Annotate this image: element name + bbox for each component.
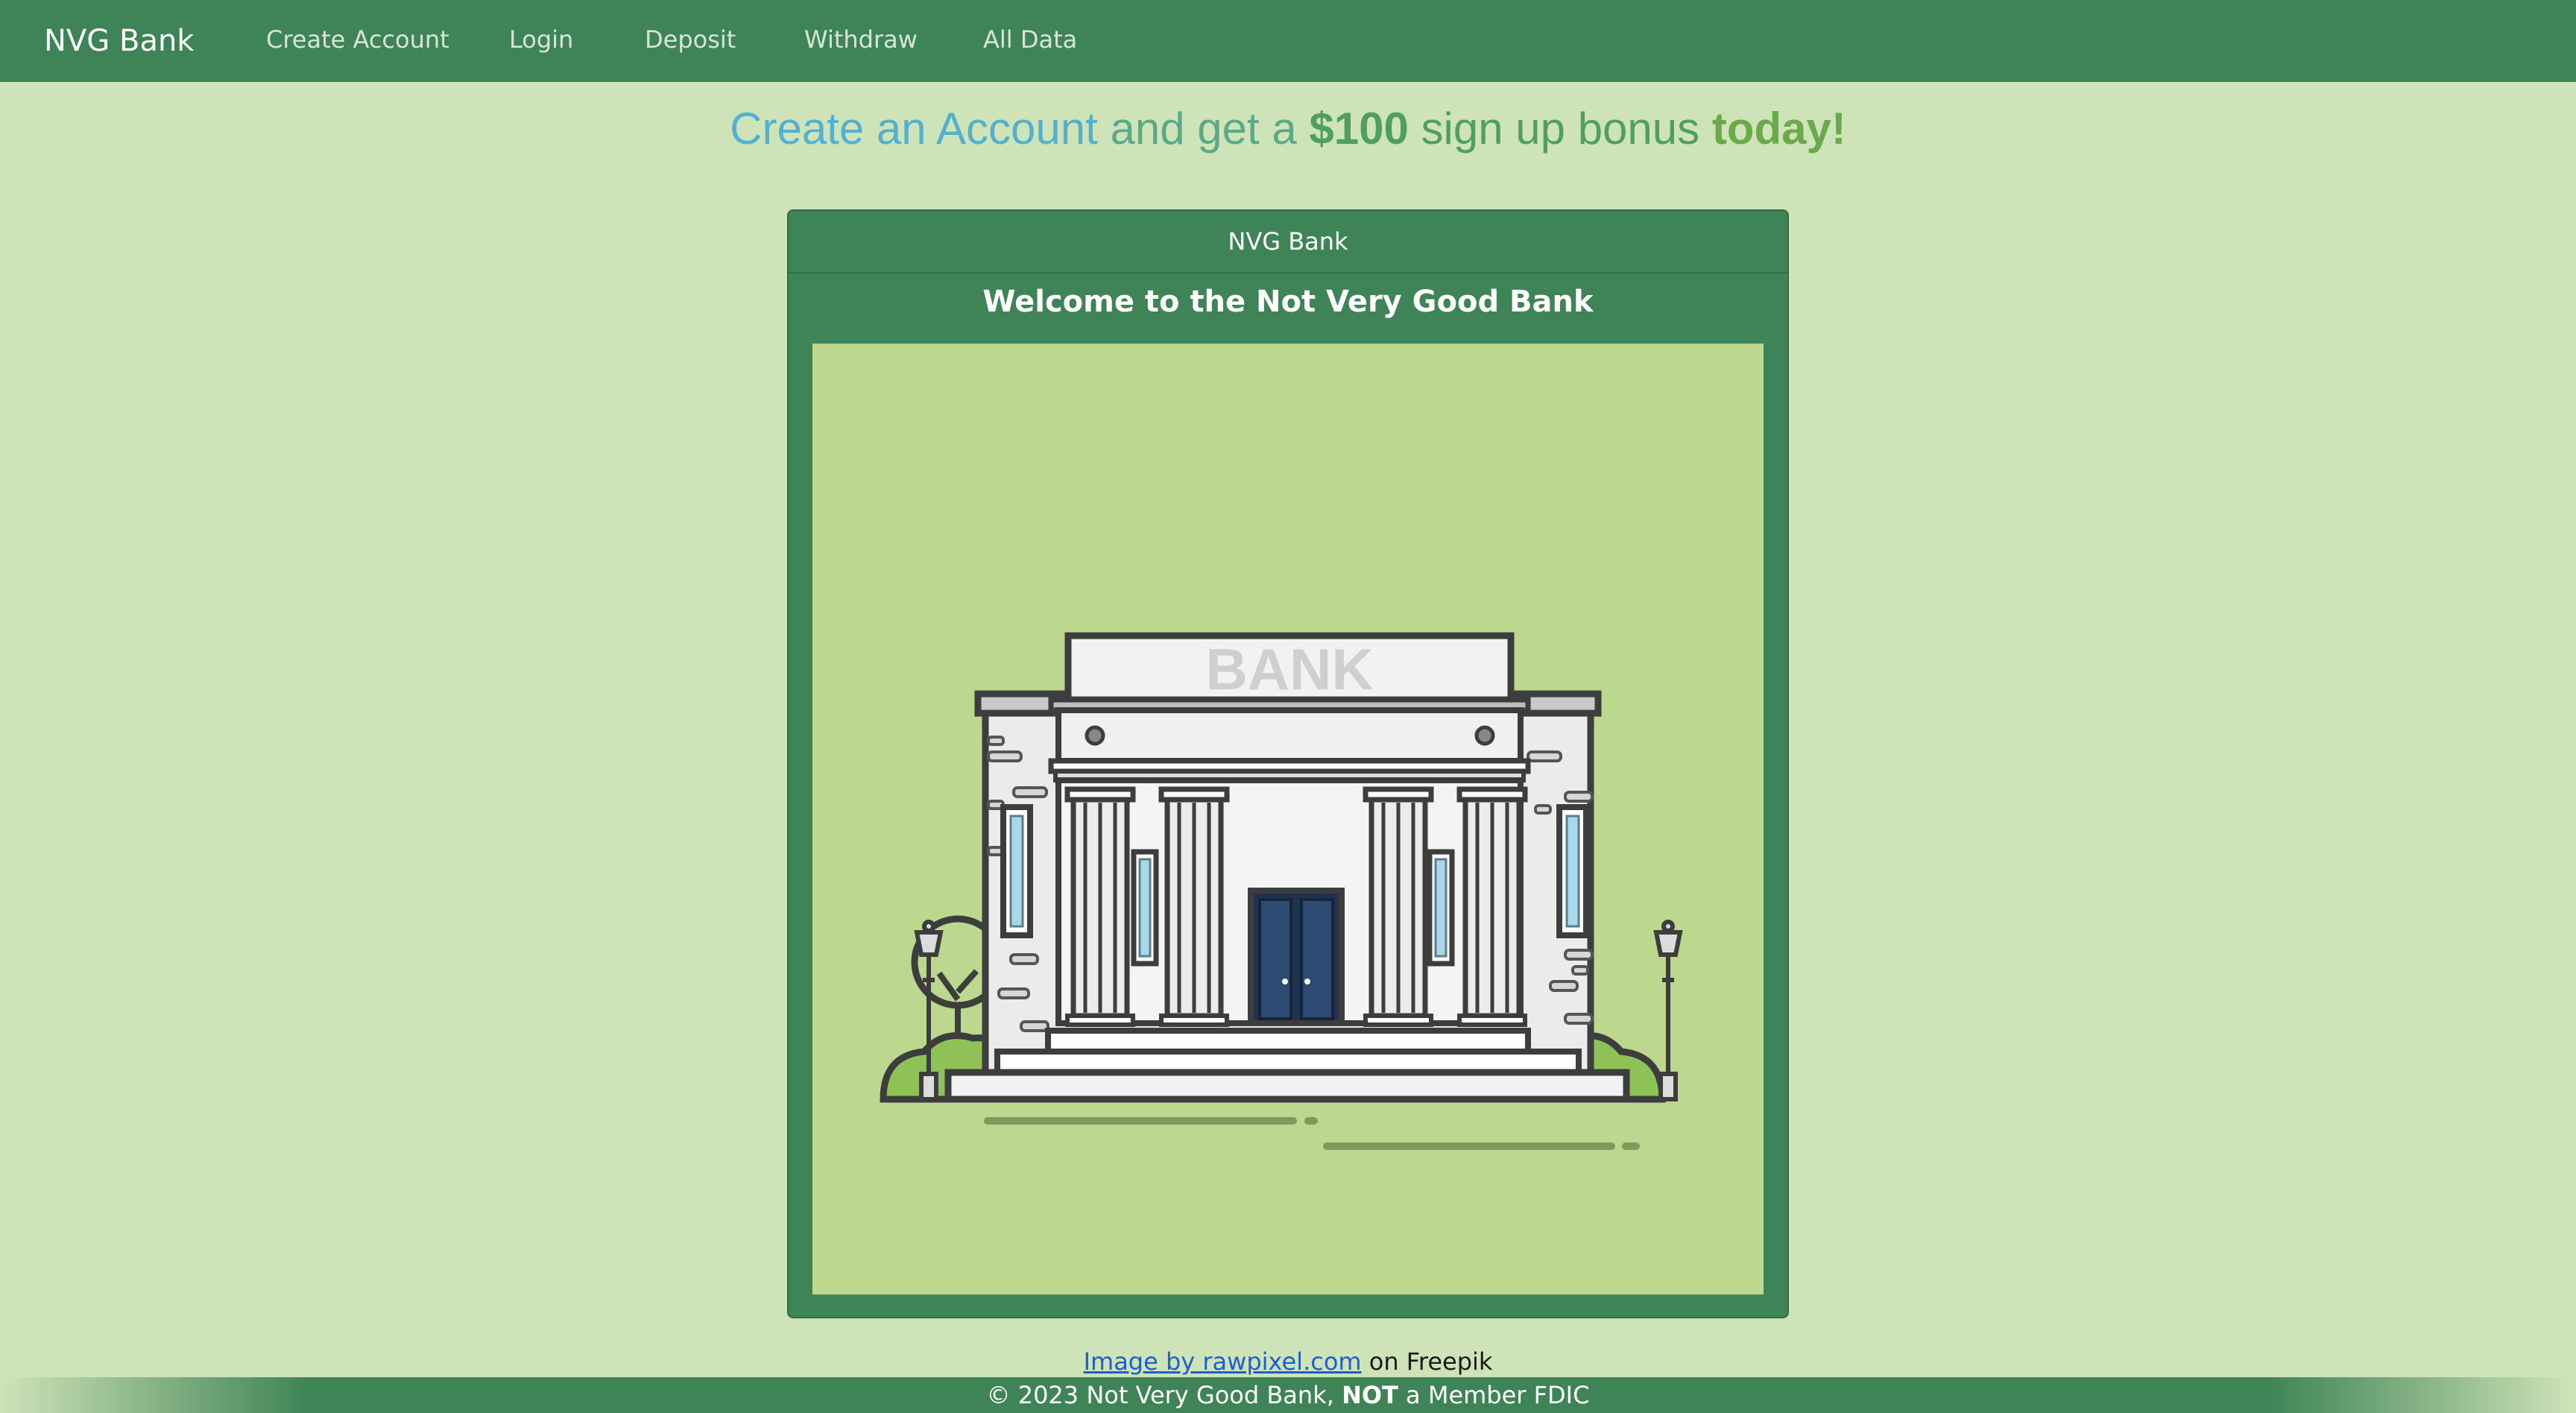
promo-headline: Create an Account and get a $100 sign up… (0, 103, 2576, 154)
nav-create-account[interactable]: Create Account (266, 25, 449, 54)
footer-suffix: a Member FDIC (1398, 1381, 1590, 1409)
headline-part-1: Create an Account (730, 104, 1098, 154)
bank-building-icon: BANK (880, 632, 1683, 1150)
headline-part-2: and get a (1097, 104, 1310, 154)
headline-part-4: sign up bonus (1408, 104, 1712, 154)
image-credit-link[interactable]: Image by rawpixel.com (1084, 1347, 1362, 1376)
footer: © 2023 Not Very Good Bank, NOT a Member … (0, 1377, 2576, 1413)
welcome-card: NVG Bank Welcome to the Not Very Good Ba… (787, 209, 1789, 1318)
nav-withdraw[interactable]: Withdraw (804, 25, 918, 54)
card-header: NVG Bank (789, 211, 1787, 274)
headline-amount: $100 (1309, 104, 1409, 154)
image-credit-suffix: on Freepik (1361, 1347, 1493, 1376)
footer-not: NOT (1342, 1381, 1398, 1409)
card-title: Welcome to the Not Very Good Bank (982, 285, 1594, 319)
footer-prefix: © 2023 Not Very Good Bank, (986, 1381, 1342, 1409)
nav-login[interactable]: Login (509, 25, 573, 54)
image-credit: Image by rawpixel.com on Freepik (0, 1347, 2576, 1376)
navbar: NVG Bank Create Account Login Deposit Wi… (0, 0, 2576, 82)
bank-illustration: BANK (812, 344, 1764, 1295)
bank-sign-text: BANK (1205, 636, 1373, 702)
headline-today: today! (1711, 104, 1846, 154)
nav-all-data[interactable]: All Data (983, 25, 1077, 54)
nav-deposit[interactable]: Deposit (645, 25, 736, 54)
brand-link[interactable]: NVG Bank (44, 24, 194, 58)
